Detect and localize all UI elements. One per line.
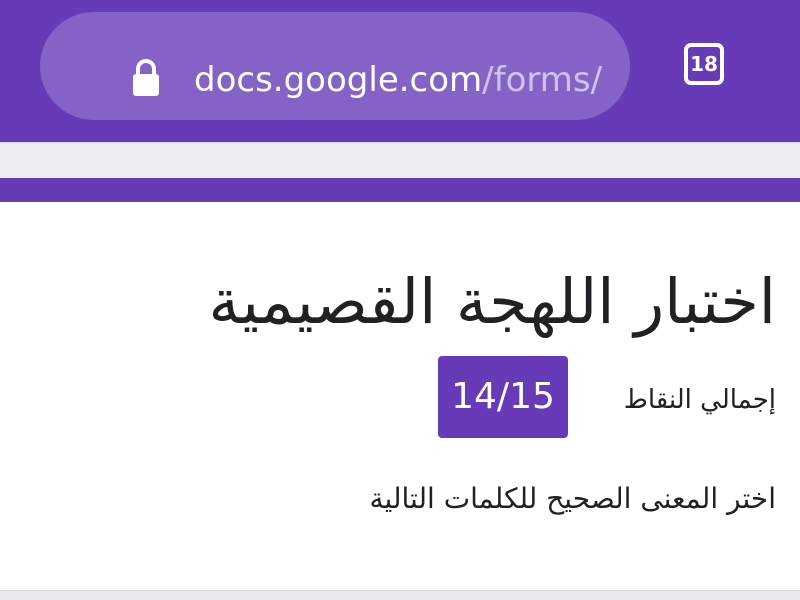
score-label: إجمالي النقاط [623, 385, 776, 415]
url-path: /forms/ [482, 60, 603, 100]
form-description: اختر المعنى الصحيح للكلمات التالية [369, 482, 776, 515]
next-section-edge [0, 590, 800, 600]
url-host: docs.google.com [194, 60, 483, 100]
url-text[interactable]: docs.google.com/forms/ [194, 52, 630, 112]
form-header-accent [0, 178, 800, 202]
form-title: اختبار اللهجة القصيمية [208, 265, 776, 338]
browser-toolbar: docs.google.com/forms/ 18 [0, 0, 800, 142]
tabs-counter-button[interactable]: 18 [684, 43, 724, 85]
screen: docs.google.com/forms/ 18 اختبار اللهجة … [0, 0, 800, 600]
lock-icon[interactable] [130, 58, 162, 98]
score-summary: إجمالي النقاط 14/15 [256, 356, 776, 438]
score-badge: 14/15 [438, 356, 568, 438]
tab-count: 18 [690, 52, 718, 76]
page-separator [0, 142, 800, 178]
address-bar[interactable]: docs.google.com/forms/ [40, 12, 630, 120]
